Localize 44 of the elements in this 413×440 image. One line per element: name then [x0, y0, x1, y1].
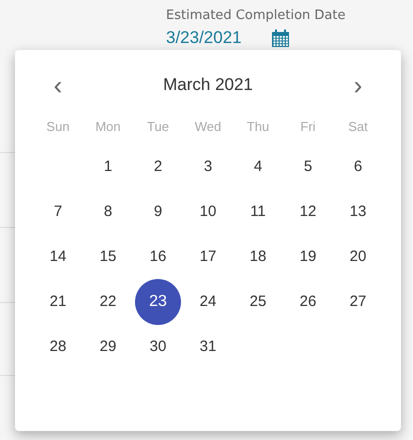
day-button[interactable]: 2 — [135, 144, 181, 190]
day-button[interactable]: 3 — [185, 144, 231, 190]
day-button[interactable]: 21 — [35, 279, 81, 325]
day-button[interactable]: 24 — [185, 279, 231, 325]
day-button[interactable]: 9 — [135, 189, 181, 235]
date-value[interactable]: 3/23/2021 — [166, 28, 242, 48]
weekday-label: Fri — [299, 118, 317, 136]
day-button[interactable]: 22 — [85, 279, 131, 325]
field-label: Estimated Completion Date — [166, 7, 346, 25]
day-button[interactable]: 25 — [235, 279, 281, 325]
day-button[interactable]: 13 — [335, 189, 381, 235]
weekday-label: Sun — [45, 118, 71, 136]
day-button[interactable]: 23 — [135, 279, 181, 325]
day-button[interactable]: 19 — [285, 234, 331, 280]
weekday-label: Mon — [94, 118, 122, 136]
next-month-button[interactable]: › — [333, 71, 383, 99]
day-button[interactable]: 16 — [135, 234, 181, 280]
day-button[interactable]: 10 — [185, 189, 231, 235]
day-button[interactable]: 27 — [335, 279, 381, 325]
day-button[interactable]: 4 — [235, 144, 281, 190]
day-button[interactable]: 30 — [135, 324, 181, 370]
day-button[interactable]: 28 — [35, 324, 81, 370]
day-button[interactable]: 18 — [235, 234, 281, 280]
day-button[interactable]: 12 — [285, 189, 331, 235]
month-title: March 2021 — [163, 74, 253, 96]
day-button[interactable]: 17 — [185, 234, 231, 280]
weekday-label: Thu — [246, 118, 270, 136]
calendar-icon[interactable] — [270, 28, 290, 48]
weekday-label: Tue — [146, 118, 170, 136]
day-button[interactable]: 15 — [85, 234, 131, 280]
weekday-label: Wed — [194, 118, 222, 136]
day-button[interactable]: 14 — [35, 234, 81, 280]
day-button[interactable]: 31 — [185, 324, 231, 370]
day-button[interactable]: 7 — [35, 189, 81, 235]
previous-month-button[interactable]: ‹ — [33, 71, 83, 99]
day-button[interactable]: 8 — [85, 189, 131, 235]
day-button[interactable]: 26 — [285, 279, 331, 325]
day-button[interactable]: 20 — [335, 234, 381, 280]
day-button[interactable]: 29 — [85, 324, 131, 370]
day-button[interactable]: 5 — [285, 144, 331, 190]
day-button[interactable]: 1 — [85, 144, 131, 190]
weekday-label: Sat — [347, 118, 369, 136]
day-button[interactable]: 11 — [235, 189, 281, 235]
day-button[interactable]: 6 — [335, 144, 381, 190]
